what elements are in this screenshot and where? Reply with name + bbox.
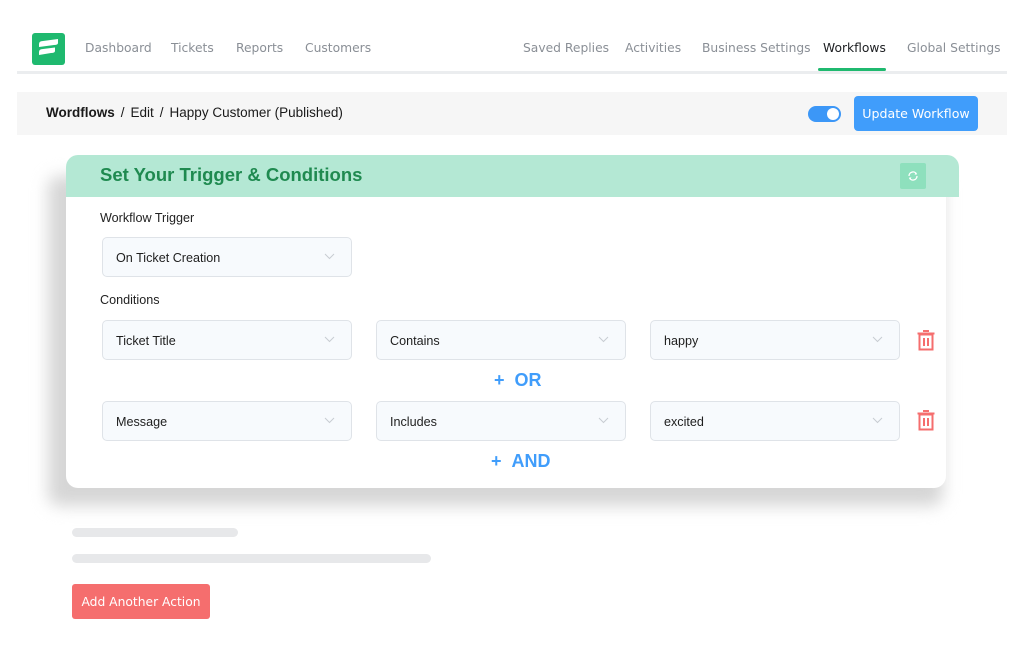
condition-2-operator-select[interactable]: Includes: [376, 401, 626, 441]
select-value: happy: [664, 334, 699, 348]
condition-2-value-select[interactable]: excited: [650, 401, 900, 441]
chevron-down-icon: [598, 336, 609, 343]
breadcrumb-root-link[interactable]: Wordflows: [46, 105, 115, 120]
skeleton-line: [72, 528, 238, 537]
breadcrumb-edit: Edit: [130, 105, 154, 120]
select-value: Contains: [390, 334, 440, 348]
and-label: AND: [511, 451, 551, 471]
update-workflow-button[interactable]: Update Workflow: [854, 96, 978, 131]
nav-reports[interactable]: Reports: [236, 41, 283, 55]
nav-dashboard[interactable]: Dashboard: [85, 41, 152, 55]
app-logo-icon[interactable]: [32, 33, 65, 65]
nav-workflows[interactable]: Workflows: [823, 41, 886, 55]
nav-saved-replies[interactable]: Saved Replies: [523, 41, 609, 55]
condition-1-operator-select[interactable]: Contains: [376, 320, 626, 360]
breadcrumb: Wordflows / Edit / Happy Customer (Published…: [46, 105, 343, 120]
select-value: Message: [116, 415, 168, 429]
condition-2-field-select[interactable]: Message: [102, 401, 352, 441]
chevron-down-icon: [324, 336, 335, 343]
chevron-down-icon: [324, 417, 335, 424]
skeleton-line: [72, 554, 431, 563]
chevron-down-icon: [598, 417, 609, 424]
or-label: OR: [514, 370, 542, 390]
toggle-knob: [827, 108, 839, 120]
plus-icon: +: [491, 451, 502, 471]
breadcrumb-separator: /: [159, 105, 164, 120]
chevron-down-icon: [872, 336, 883, 343]
breadcrumb-separator: /: [120, 105, 125, 120]
select-value: On Ticket Creation: [116, 251, 221, 265]
select-value: excited: [664, 415, 704, 429]
active-tab-indicator: [818, 68, 886, 71]
nav-global-settings[interactable]: Global Settings: [907, 41, 1001, 55]
workflow-trigger-select[interactable]: On Ticket Creation: [102, 237, 352, 277]
delete-condition-2-trash-icon[interactable]: [916, 409, 936, 431]
workflow-trigger-label: Workflow Trigger: [100, 211, 195, 225]
select-value: Includes: [390, 415, 437, 429]
add-and-condition-button[interactable]: + AND: [491, 451, 551, 472]
nav-business-settings[interactable]: Business Settings: [702, 41, 811, 55]
conditions-label: Conditions: [100, 293, 160, 307]
plus-icon: +: [494, 370, 505, 390]
breadcrumb-bar: Wordflows / Edit / Happy Customer (Published…: [17, 92, 1007, 135]
card-header: Set Your Trigger & Conditions: [66, 155, 959, 197]
card-title: Set Your Trigger & Conditions: [100, 164, 363, 185]
condition-1-value-select[interactable]: happy: [650, 320, 900, 360]
select-value: Ticket Title: [116, 334, 176, 348]
add-or-condition-button[interactable]: + OR: [494, 370, 542, 391]
delete-condition-1-trash-icon[interactable]: [916, 329, 936, 351]
breadcrumb-current: Happy Customer (Published): [169, 105, 343, 120]
chevron-down-icon: [872, 417, 883, 424]
top-navigation: Dashboard Tickets Reports Customers Save…: [17, 28, 1007, 74]
publish-toggle[interactable]: [808, 106, 841, 122]
nav-tickets[interactable]: Tickets: [171, 41, 214, 55]
add-another-action-button[interactable]: Add Another Action: [72, 584, 210, 619]
nav-customers[interactable]: Customers: [305, 41, 371, 55]
refresh-icon: [908, 171, 918, 181]
condition-1-field-select[interactable]: Ticket Title: [102, 320, 352, 360]
chevron-down-icon: [324, 253, 335, 260]
nav-activities[interactable]: Activities: [625, 41, 681, 55]
refresh-button[interactable]: [900, 163, 926, 189]
